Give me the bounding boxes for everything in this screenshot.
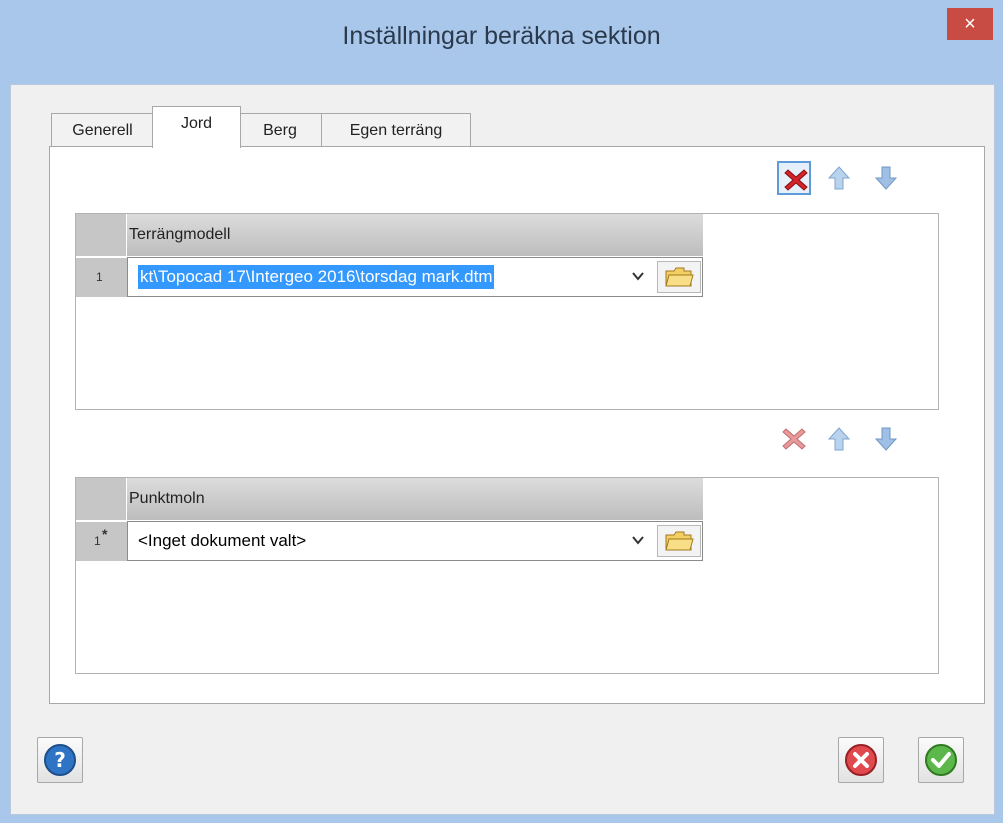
column-header-punktmoln[interactable]: Punktmoln <box>127 478 703 520</box>
chevron-down-icon[interactable] <box>631 271 645 281</box>
ok-button[interactable] <box>918 737 964 783</box>
move-up-icon <box>827 166 851 190</box>
close-button[interactable]: × <box>947 8 993 40</box>
row-header[interactable]: 1 * <box>76 521 127 561</box>
delete-terrain-button[interactable] <box>777 161 811 195</box>
chevron-down-icon[interactable] <box>631 535 645 545</box>
pointcloud-toolbar <box>777 422 917 458</box>
grid-corner[interactable] <box>76 478 127 520</box>
tab-label: Berg <box>263 122 297 139</box>
cancel-button[interactable] <box>838 737 884 783</box>
row-number: 1 <box>94 534 101 548</box>
new-row-marker: * <box>102 526 108 542</box>
move-up-icon <box>827 427 851 451</box>
delete-icon <box>784 169 808 191</box>
browse-terrain-button[interactable] <box>657 261 701 293</box>
title-bar[interactable]: Inställningar beräkna sektion × <box>0 0 1003 84</box>
folder-icon <box>665 531 694 551</box>
move-down-pointcloud-button[interactable] <box>869 422 903 456</box>
browse-pointcloud-button[interactable] <box>657 525 701 557</box>
terrain-model-value: kt\Topocad 17\Intergeo 2016\torsdag mark… <box>138 265 495 289</box>
column-header-terrangmodell[interactable]: Terrängmodell <box>127 214 703 256</box>
dialog-window: Inställningar beräkna sektion × Generell… <box>0 0 1003 823</box>
row-header[interactable]: 1 <box>76 257 127 297</box>
folder-icon <box>665 267 694 287</box>
cancel-icon <box>845 744 877 776</box>
move-up-terrain-button[interactable] <box>822 161 856 195</box>
tab-label: Egen terräng <box>349 122 443 139</box>
ok-icon <box>925 744 957 776</box>
move-down-icon <box>874 427 898 451</box>
move-down-icon <box>874 166 898 190</box>
tab-panel-jord: Terrängmodell 1 kt\Topocad 17\Intergeo 2… <box>49 146 985 704</box>
delete-icon <box>782 428 806 450</box>
terrain-toolbar <box>777 161 917 197</box>
tab-jord[interactable]: Jord <box>152 106 241 148</box>
help-icon: ? <box>44 744 76 776</box>
move-down-terrain-button[interactable] <box>869 161 903 195</box>
pointcloud-select[interactable]: <Inget dokument valt> <box>127 521 703 561</box>
close-icon: × <box>964 13 976 35</box>
terrain-grid: Terrängmodell 1 kt\Topocad 17\Intergeo 2… <box>75 213 939 410</box>
tab-berg[interactable]: Berg <box>238 113 322 147</box>
move-up-pointcloud-button[interactable] <box>822 422 856 456</box>
tab-label: Generell <box>72 122 133 139</box>
tab-generell[interactable]: Generell <box>51 113 154 147</box>
tab-egen-terrang[interactable]: Egen terräng <box>321 113 471 147</box>
pointcloud-value: <Inget dokument valt> <box>138 531 307 550</box>
terrain-model-select[interactable]: kt\Topocad 17\Intergeo 2016\torsdag mark… <box>127 257 703 297</box>
dialog-body: Generell Jord Berg Egen terräng Terrängm… <box>10 84 995 815</box>
delete-pointcloud-button[interactable] <box>777 422 811 456</box>
pointcloud-grid: Punktmoln 1 * <Inget dokument valt> <box>75 477 939 674</box>
tab-label: Jord <box>180 115 213 132</box>
window-title: Inställningar beräkna sektion <box>342 22 661 50</box>
grid-corner[interactable] <box>76 214 127 256</box>
svg-text:?: ? <box>54 748 66 772</box>
row-number: 1 <box>96 270 103 284</box>
help-button[interactable]: ? <box>37 737 83 783</box>
